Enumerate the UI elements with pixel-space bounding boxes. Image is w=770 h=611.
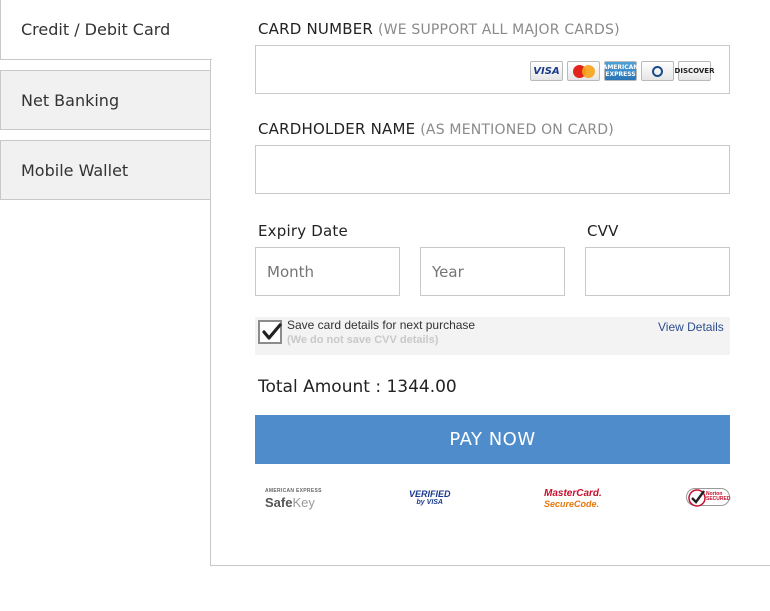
norton-check-icon <box>688 489 706 507</box>
view-details-link[interactable]: View Details <box>658 320 724 334</box>
norton-secured-badge: Norton SECURED <box>686 488 730 507</box>
expiry-year-field[interactable] <box>420 247 565 296</box>
amex-logo-icon: AMERICAN EXPRESS <box>603 61 638 81</box>
save-card-checkbox[interactable] <box>258 320 282 344</box>
card-number-label: CARD NUMBER (WE SUPPORT ALL MAJOR CARDS) <box>258 20 620 38</box>
cardholder-name-label: CARDHOLDER NAME (AS MENTIONED ON CARD) <box>258 120 614 138</box>
cvv-not-saved-note: (We do not save CVV details) <box>287 334 439 346</box>
tab-label: Net Banking <box>21 90 120 110</box>
card-number-label-text: CARD NUMBER <box>258 20 374 38</box>
cardholder-sublabel: (AS MENTIONED ON CARD) <box>420 122 614 138</box>
save-card-text: Save card details for next purchase <box>287 318 476 332</box>
expiry-date-label: Expiry Date <box>258 222 348 240</box>
mastercard-securecode-badge: MasterCard. SecureCode. <box>544 488 602 509</box>
card-number-sublabel: (WE SUPPORT ALL MAJOR CARDS) <box>377 22 620 38</box>
visa-logo-icon: VISA <box>530 61 563 81</box>
cvv-label: CVV <box>587 222 619 240</box>
mastercard-logo-icon <box>567 61 600 81</box>
tab-mobile-wallet[interactable]: Mobile Wallet <box>0 140 211 200</box>
checkmark-icon <box>262 323 282 340</box>
card-logos: VISA AMERICAN EXPRESS DISCOVER <box>530 61 714 81</box>
tab-credit-debit-card[interactable]: Credit / Debit Card <box>0 0 212 60</box>
diners-club-logo-icon <box>641 61 674 81</box>
discover-logo-icon: DISCOVER <box>675 61 714 81</box>
verified-by-visa-badge: VERIFIED by VISA <box>409 489 451 506</box>
tab-label: Credit / Debit Card <box>21 20 171 39</box>
tab-label: Mobile Wallet <box>21 160 129 180</box>
cardholder-name-input[interactable] <box>255 145 730 194</box>
cardholder-label-text: CARDHOLDER NAME <box>258 120 416 138</box>
expiry-month-field[interactable] <box>255 247 400 296</box>
amex-safekey-badge: AMERICAN EXPRESS SafeKey <box>265 488 322 510</box>
tab-net-banking[interactable]: Net Banking <box>0 70 211 130</box>
total-amount: Total Amount : 1344.00 <box>258 377 457 397</box>
cvv-input[interactable] <box>585 247 730 296</box>
pay-now-button[interactable]: PAY NOW <box>255 415 730 464</box>
